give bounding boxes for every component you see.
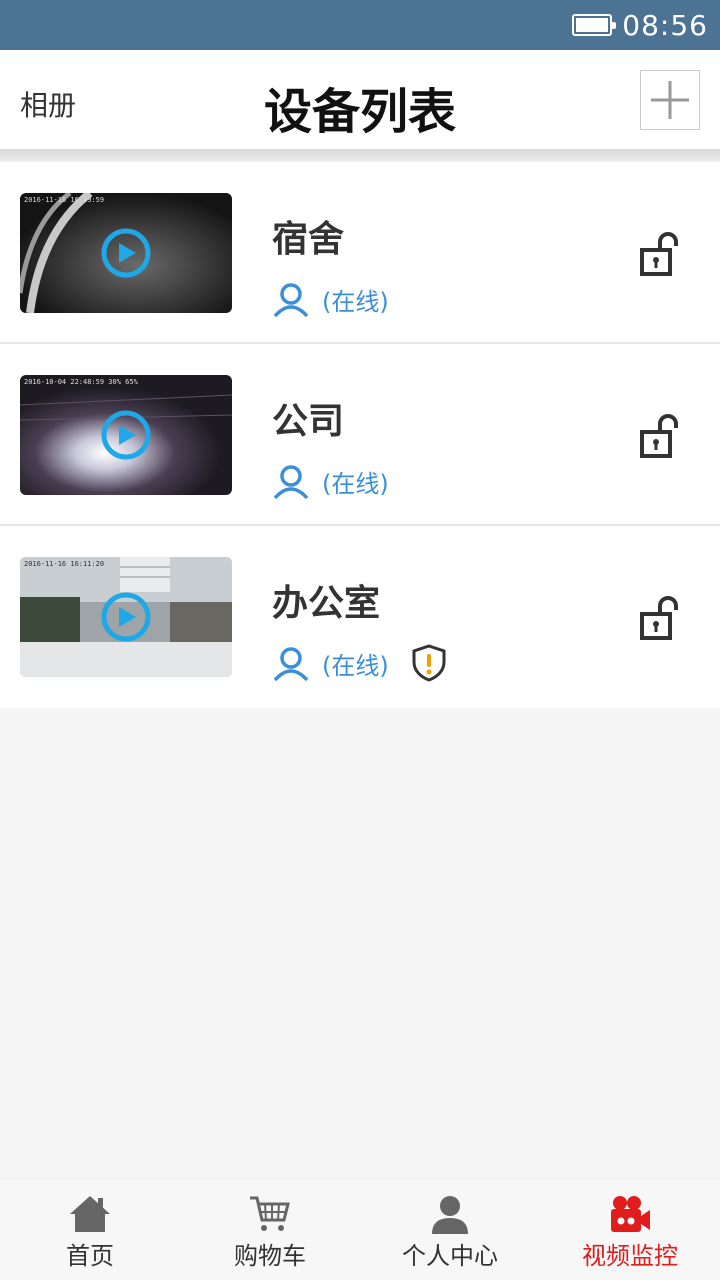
device-name: 宿舍 xyxy=(272,219,345,260)
add-device-button[interactable] xyxy=(640,70,700,130)
device-list: 2016-11-16 16:19:59 宿舍 (在线) 2016-10-04 2… xyxy=(0,162,720,708)
nav-label: 个人中心 xyxy=(402,1242,498,1270)
nav-label: 视频监控 xyxy=(582,1242,678,1270)
shield-alert-icon[interactable] xyxy=(411,644,447,682)
device-row[interactable]: 2016-11-16 16:11:20 办公室 (在线) xyxy=(0,526,720,708)
bottom-nav: 首页 购物车 个人中心 视频监控 xyxy=(0,1180,720,1280)
device-thumbnail[interactable]: 2016-10-04 22:48:59 30% 65% xyxy=(20,375,232,495)
device-status-group: (在线) xyxy=(272,462,389,500)
device-status-group: (在线) xyxy=(272,280,389,318)
unlock-icon[interactable] xyxy=(640,414,680,458)
device-row[interactable]: 2016-11-16 16:19:59 宿舍 (在线) xyxy=(0,162,720,344)
user-icon xyxy=(273,465,309,500)
device-status: (在线) xyxy=(322,287,389,316)
device-name: 公司 xyxy=(272,401,345,442)
device-name: 办公室 xyxy=(272,583,381,624)
header-divider xyxy=(0,150,720,162)
page-title: 设备列表 xyxy=(263,84,456,140)
nav-item-home[interactable]: 首页 xyxy=(0,1180,180,1280)
cart-icon xyxy=(250,1196,290,1231)
unlock-icon[interactable] xyxy=(640,232,680,276)
person-icon xyxy=(432,1196,468,1234)
unlock-icon[interactable] xyxy=(640,596,680,640)
plus-icon xyxy=(651,81,689,119)
device-status: (在线) xyxy=(322,469,389,498)
status-bar: 08:56 xyxy=(0,0,720,50)
device-thumbnail[interactable]: 2016-11-16 16:11:20 xyxy=(20,557,232,677)
nav-item-profile[interactable]: 个人中心 xyxy=(360,1180,540,1280)
device-status-group: (在线) xyxy=(272,644,447,682)
device-status: (在线) xyxy=(322,651,389,680)
battery-icon xyxy=(572,14,617,36)
device-row[interactable]: 2016-10-04 22:48:59 30% 65% 公司 (在线) xyxy=(0,344,720,526)
status-time: 08:56 xyxy=(622,8,708,42)
nav-label: 首页 xyxy=(66,1242,114,1270)
nav-item-video-monitor[interactable]: 视频监控 xyxy=(540,1180,720,1280)
video-camera-icon xyxy=(611,1196,650,1232)
device-thumbnail[interactable]: 2016-11-16 16:19:59 xyxy=(20,193,232,313)
thumbnail-timestamp: 2016-11-16 16:19:59 xyxy=(24,196,104,204)
nav-label: 购物车 xyxy=(234,1242,306,1270)
header: 相册 设备列表 xyxy=(0,50,720,150)
user-icon xyxy=(273,283,309,318)
nav-item-cart[interactable]: 购物车 xyxy=(180,1180,360,1280)
user-icon xyxy=(273,647,309,682)
thumbnail-timestamp: 2016-11-16 16:11:20 xyxy=(24,560,104,568)
home-icon xyxy=(70,1196,110,1232)
thumbnail-timestamp: 2016-10-04 22:48:59 30% 65% xyxy=(24,378,139,386)
